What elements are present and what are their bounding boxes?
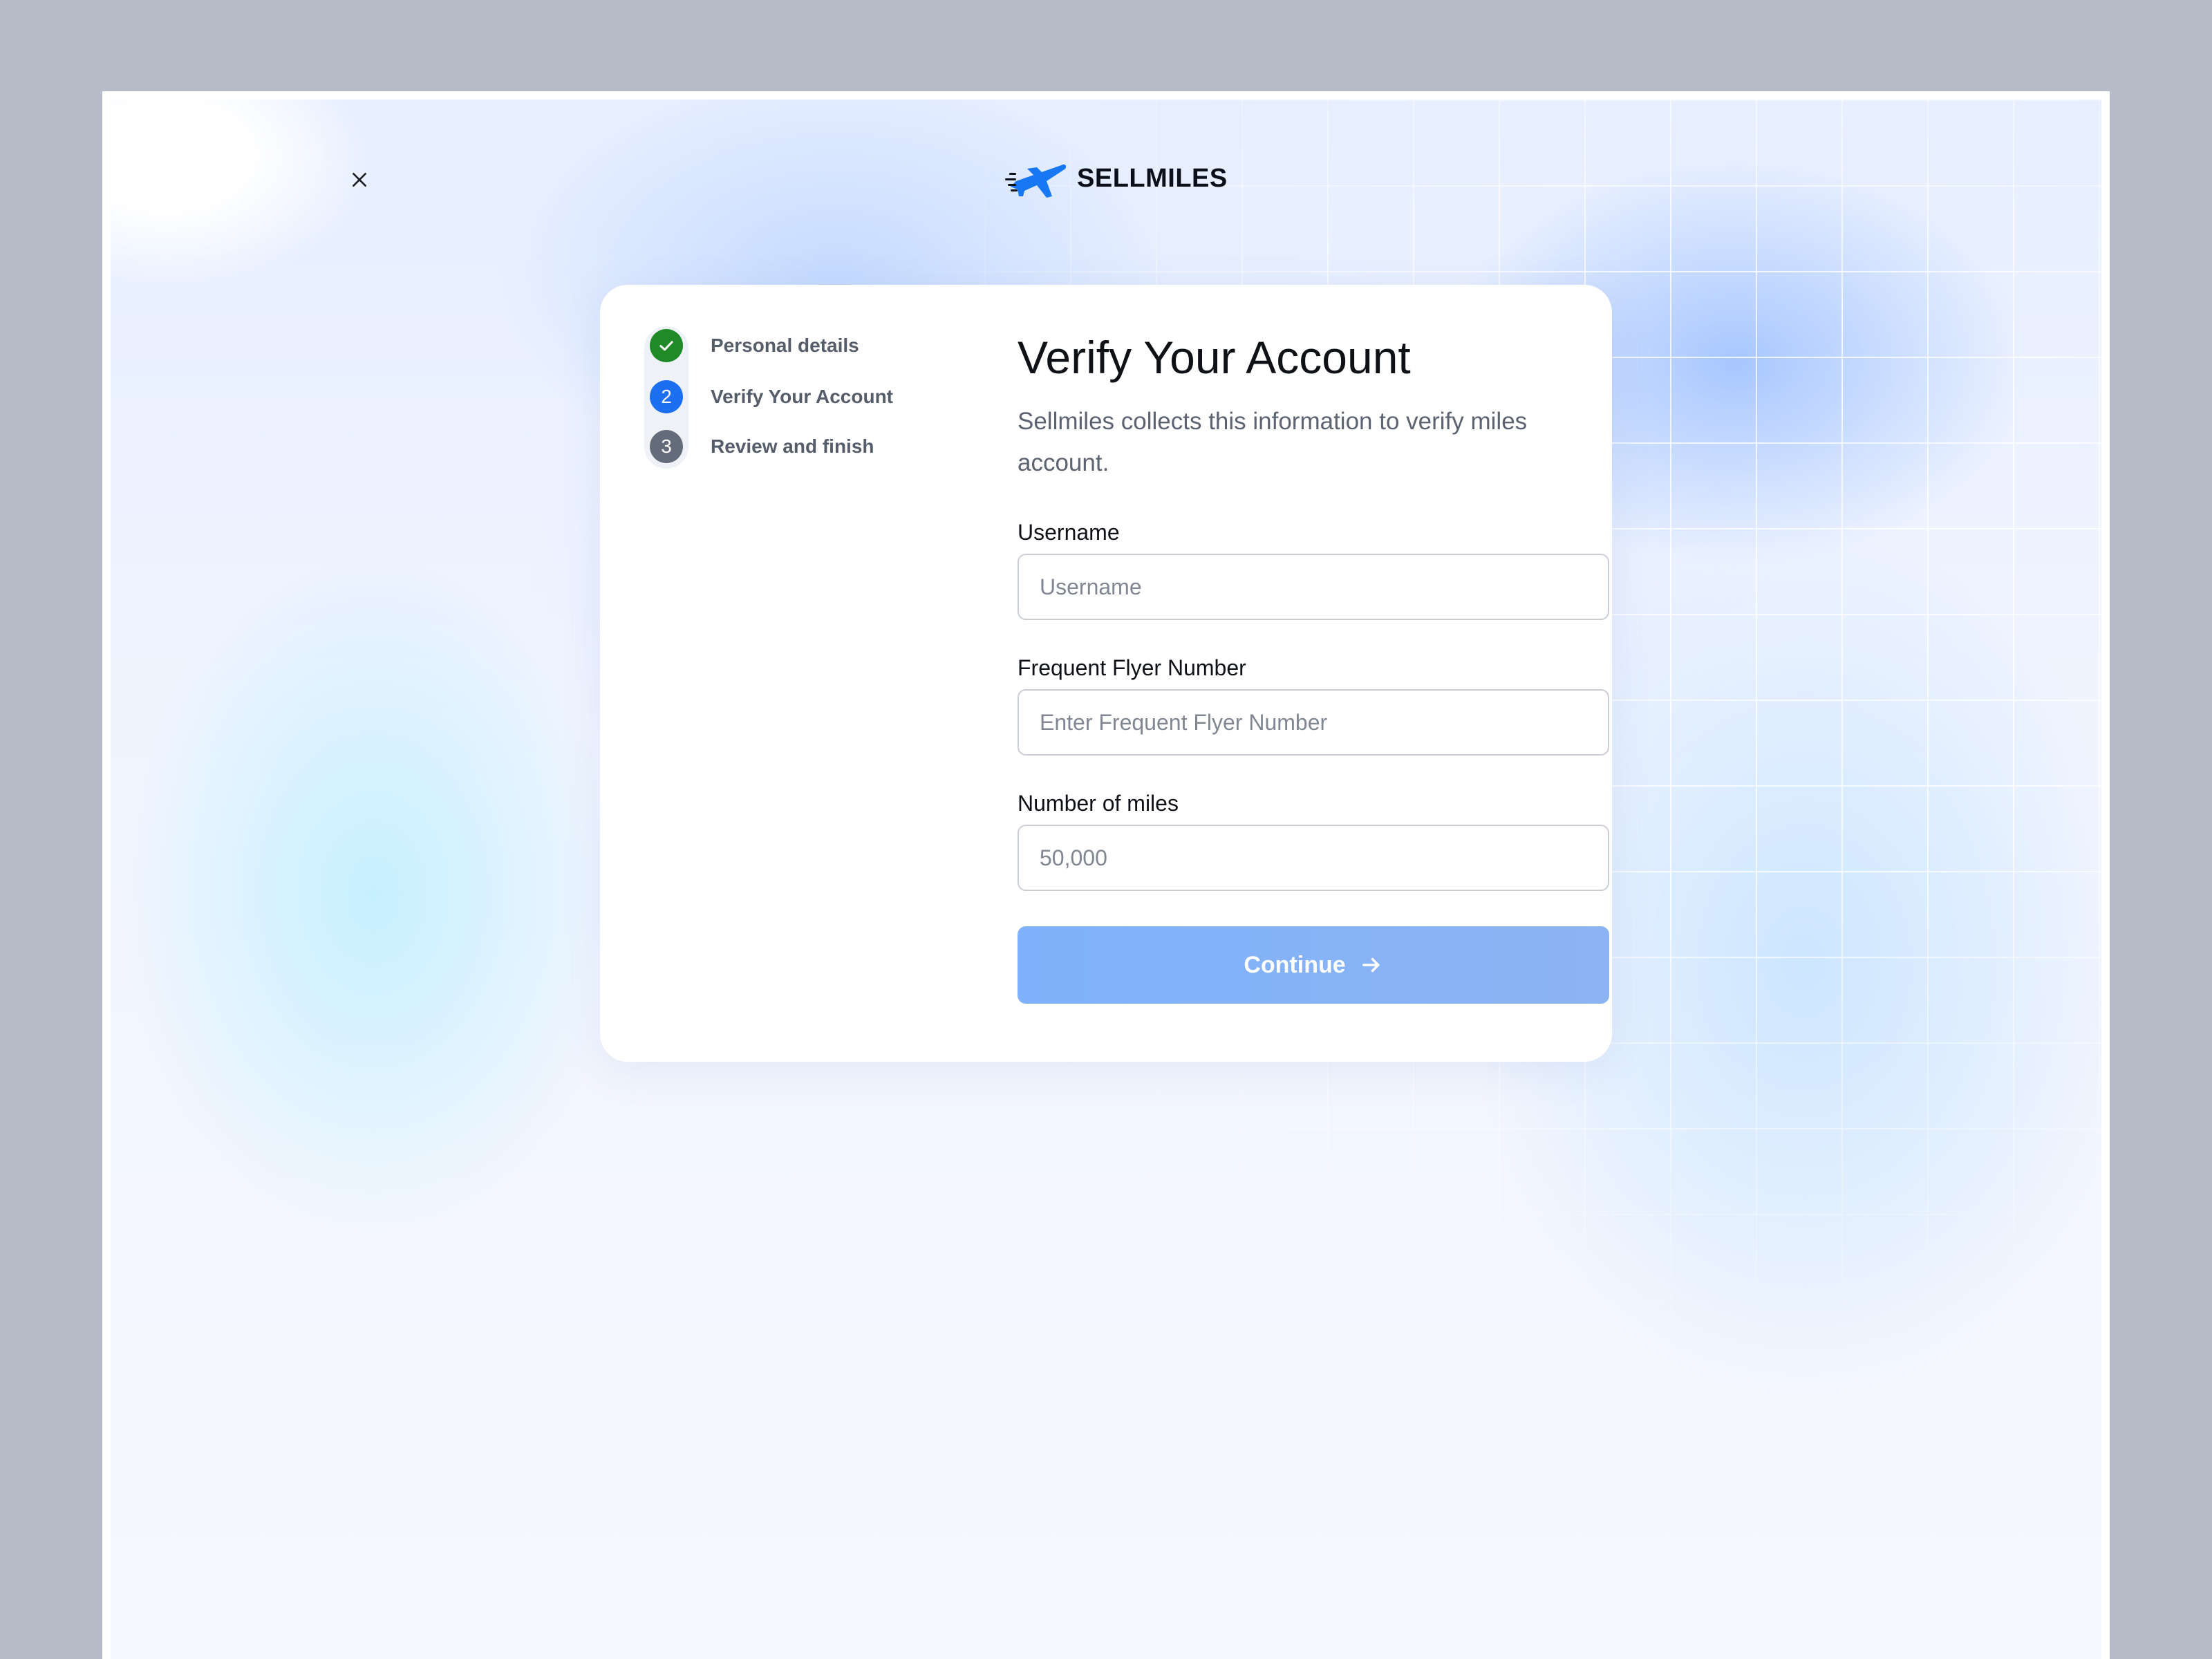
miles-field-group: Number of miles <box>1018 791 1609 891</box>
airplane-logo-icon <box>1005 164 1067 198</box>
page-title: Verify Your Account <box>1018 332 1411 383</box>
step-number-badge: 3 <box>650 430 683 463</box>
username-input[interactable] <box>1018 554 1609 620</box>
checkmark-icon <box>659 341 673 351</box>
continue-button[interactable]: Continue <box>1018 926 1609 1004</box>
verify-account-form: Verify Your Account Sellmiles collects t… <box>1018 326 1609 891</box>
username-label: Username <box>1018 520 1120 545</box>
miles-label: Number of miles <box>1018 791 1179 816</box>
close-icon <box>353 173 366 187</box>
step-review-and-finish[interactable]: 3 Review and finish <box>644 427 874 466</box>
verify-account-card: Personal details 2 Verify Your Account 3… <box>600 285 1612 1062</box>
continue-label: Continue <box>1244 951 1346 978</box>
frequent-flyer-input[interactable] <box>1018 689 1609 756</box>
username-field-group: Username <box>1018 520 1609 620</box>
background-canvas: SELLMILES Personal details 2 Verify Your… <box>111 100 2101 1659</box>
page-subtitle: Sellmiles collects this information to v… <box>1018 408 1528 476</box>
background-glow <box>111 100 525 376</box>
brand-name: SELLMILES <box>1077 163 1228 193</box>
frequent-flyer-field-group: Frequent Flyer Number <box>1018 655 1609 756</box>
app-window: SELLMILES Personal details 2 Verify Your… <box>102 91 2110 1659</box>
step-number-badge: 2 <box>650 380 683 413</box>
step-label: Verify Your Account <box>711 386 893 407</box>
miles-input[interactable] <box>1018 825 1609 891</box>
step-completed-indicator <box>650 329 683 362</box>
step-label: Review and finish <box>711 435 874 457</box>
frequent-flyer-label: Frequent Flyer Number <box>1018 655 1246 680</box>
close-button[interactable] <box>343 163 376 196</box>
brand-header: SELLMILES <box>1004 144 1228 213</box>
step-verify-account[interactable]: 2 Verify Your Account <box>644 377 893 416</box>
step-label: Personal details <box>711 335 859 356</box>
arrow-right-icon <box>1362 957 1380 973</box>
step-personal-details[interactable]: Personal details <box>644 326 859 365</box>
